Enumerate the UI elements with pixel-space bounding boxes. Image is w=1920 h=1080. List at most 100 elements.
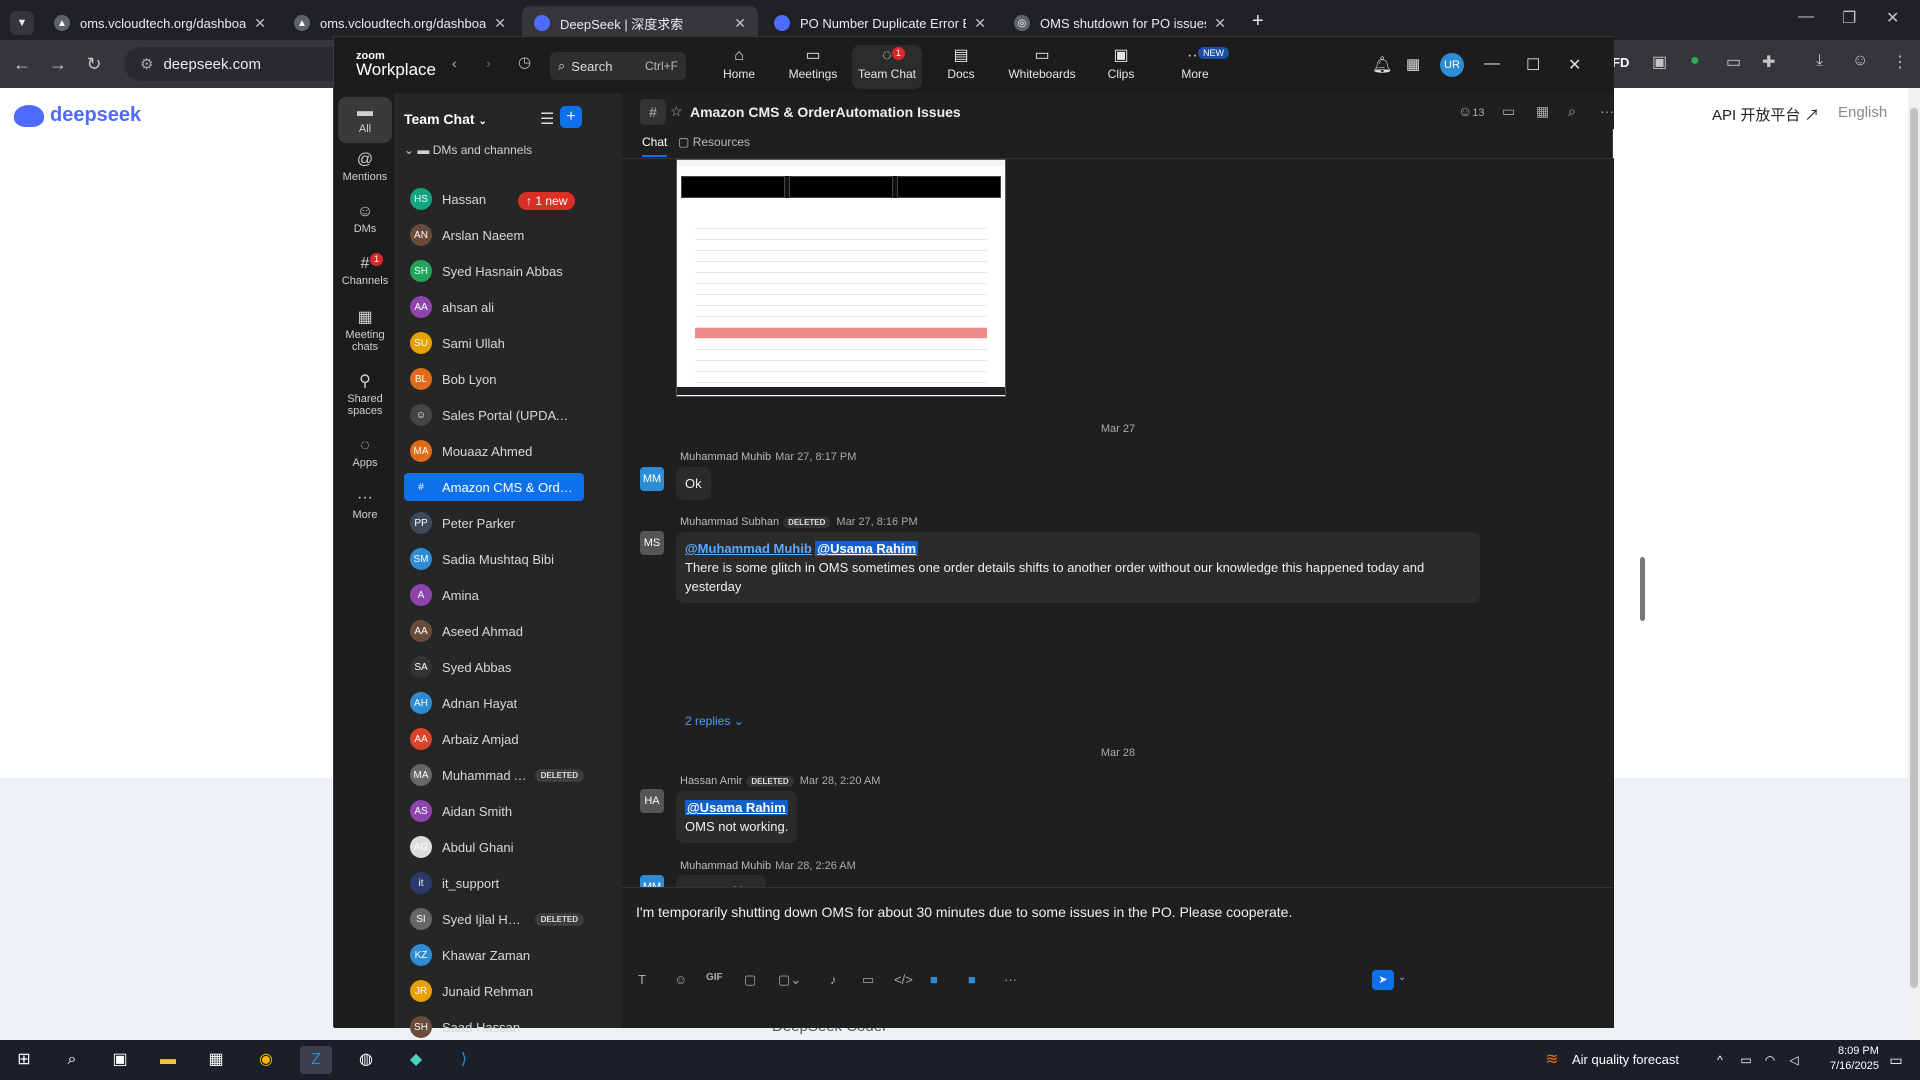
contact-item[interactable]: SH Syed Hasnain Abbas — [404, 257, 584, 285]
contact-item[interactable]: AN Arslan Naeem — [404, 221, 584, 249]
avatar[interactable]: MS — [640, 531, 664, 555]
app-icon[interactable]: ■ — [930, 972, 938, 987]
rail-meeting-chats[interactable]: ▦ Meeting chats — [338, 307, 392, 353]
thread-replies-link[interactable]: 2 replies ⌄ — [685, 714, 744, 728]
contact-item[interactable]: HS Hassan — [404, 185, 584, 213]
nav-clips[interactable]: ▣ Clips — [1086, 45, 1156, 89]
contact-item[interactable]: ☺ Sales Portal (UPDATES) — [404, 401, 584, 429]
composer-input[interactable]: I'm temporarily shutting down OMS for ab… — [636, 904, 1292, 920]
zoom-search[interactable]: ⌕ Search Ctrl+F — [550, 52, 686, 80]
send-button[interactable]: ➤ — [1372, 970, 1394, 990]
emoji-icon[interactable]: ☺ — [674, 972, 687, 987]
rail-apps[interactable]: ◌ Apps — [338, 437, 392, 469]
volume-icon[interactable]: ◁ — [1778, 1046, 1810, 1074]
task-view-icon[interactable]: ▣ — [104, 1046, 136, 1074]
sender-name[interactable]: Muhammad Subhan — [680, 516, 779, 528]
chrome-icon[interactable]: ◉ — [250, 1046, 282, 1074]
send-options-chevron-icon[interactable]: ⌄ — [1398, 972, 1406, 983]
chrome-menu-icon[interactable]: ⋮ — [1892, 52, 1908, 72]
contact-item[interactable]: PP Peter Parker — [404, 509, 584, 537]
more-options-icon[interactable]: ··· — [1004, 972, 1017, 987]
contact-item[interactable]: BL Bob Lyon — [404, 365, 584, 393]
contact-item[interactable]: A Amina — [404, 581, 584, 609]
mention-link-selected[interactable]: @Usama Rahim — [685, 800, 788, 815]
contact-item[interactable]: MA Mouaaz Ahmed — [404, 437, 584, 465]
nav-whiteboards[interactable]: ▭ Whiteboards — [1000, 45, 1084, 89]
page-scrollbar-thumb[interactable] — [1910, 108, 1918, 988]
message-scrollbar-thumb[interactable] — [1640, 557, 1645, 621]
extension-icon[interactable]: ▭ — [1726, 52, 1741, 72]
more-options-icon[interactable]: ··· — [1600, 103, 1614, 119]
nav-home[interactable]: ⌂ Home — [704, 45, 774, 89]
zoom-back-icon[interactable]: ‹ — [452, 55, 457, 71]
contact-item[interactable]: SH Saad Hassan — [404, 1013, 584, 1041]
contact-item[interactable]: SU Sami Ullah — [404, 329, 584, 357]
deepseek-logo[interactable]: deepseek — [14, 104, 141, 127]
close-tab-icon[interactable]: ✕ — [1214, 15, 1226, 32]
avatar[interactable]: UR — [1440, 53, 1464, 77]
language-link[interactable]: English — [1838, 104, 1887, 121]
forward-icon[interactable]: → — [40, 54, 76, 75]
nav-team-chat[interactable]: ◌ Team Chat 1 — [852, 45, 922, 89]
api-platform-link[interactable]: API 开放平台 ↗ — [1712, 104, 1820, 125]
browser-tab[interactable]: ▲ oms.vcloudtech.org/dashboard ✕ — [282, 6, 518, 40]
contact-item[interactable]: SI Syed Ijlal Haider DELETED — [404, 905, 584, 933]
filter-icon[interactable]: ☰ — [540, 109, 554, 129]
members-button[interactable]: ☺13 — [1458, 103, 1485, 119]
channel-item-selected[interactable]: # Amazon CMS & OrderAutomation Issues — [404, 473, 584, 501]
back-icon[interactable]: ← — [4, 54, 40, 75]
system-clock[interactable]: 8:09 PM 7/16/2025 — [1830, 1044, 1879, 1074]
rail-mentions[interactable]: @ Mentions — [338, 151, 392, 183]
rail-dms[interactable]: ☺ DMs — [338, 203, 392, 235]
contact-item[interactable]: AS Aidan Smith — [404, 797, 584, 825]
restore-window-icon[interactable]: ❐ — [1842, 8, 1856, 28]
tab-chat[interactable]: Chat — [642, 135, 668, 157]
contact-item[interactable]: AG Abdul Ghani — [404, 833, 584, 861]
contact-item[interactable]: KZ Khawar Zaman — [404, 941, 584, 969]
air-quality-widget[interactable]: Air quality forecast — [1572, 1052, 1679, 1067]
zoom-taskbar-icon[interactable]: Z — [300, 1046, 332, 1074]
tab-search-button[interactable]: ▼ — [10, 11, 34, 35]
contact-item[interactable]: AA ahsan ali — [404, 293, 584, 321]
contact-item[interactable]: SM Sadia Mushtaq Bibi — [404, 545, 584, 573]
star-icon[interactable]: ☆ — [670, 103, 683, 120]
close-window-icon[interactable]: ✕ — [1886, 8, 1899, 28]
nav-docs[interactable]: ▤ Docs — [926, 45, 996, 89]
avatar[interactable]: MM — [640, 467, 664, 491]
message-bubble[interactable]: now working — [676, 875, 767, 887]
audio-message-icon[interactable]: ♪ — [830, 972, 837, 987]
mention-link[interactable]: @Muhammad Muhib — [685, 541, 812, 556]
gif-icon[interactable]: GIF — [706, 972, 723, 983]
message-bubble[interactable]: @Usama Rahim OMS not working. — [676, 791, 798, 843]
app-icon[interactable]: ■ — [968, 972, 976, 987]
contact-item[interactable]: AH Adnan Hayat — [404, 689, 584, 717]
contact-item[interactable]: SA Syed Abbas — [404, 653, 584, 681]
rail-channels[interactable]: # Channels 1 — [338, 253, 392, 287]
extensions-puzzle-icon[interactable]: ✚ — [1762, 52, 1775, 72]
store-icon[interactable]: ▦ — [200, 1046, 232, 1074]
zoom-close-icon[interactable]: ✕ — [1568, 55, 1581, 75]
channel-title[interactable]: Amazon CMS & OrderAutomation Issues — [690, 104, 961, 120]
video-message-icon[interactable]: ▭ — [862, 972, 874, 988]
sender-name[interactable]: Hassan Amir — [680, 775, 742, 787]
notification-center-icon[interactable]: ▭ — [1880, 1046, 1912, 1074]
windows-start-icon[interactable]: ⊞ — [8, 1046, 40, 1074]
nav-meetings[interactable]: ▭ Meetings — [778, 45, 848, 89]
message-bubble[interactable]: @Muhammad Muhib @Usama Rahim There is so… — [676, 532, 1480, 603]
contact-item[interactable]: AA Aseed Ahmad — [404, 617, 584, 645]
new-chat-button[interactable]: + — [560, 106, 582, 128]
close-tab-icon[interactable]: ✕ — [734, 15, 746, 32]
avatar[interactable]: MM — [640, 875, 664, 887]
close-tab-icon[interactable]: ✕ — [254, 15, 266, 32]
extension-fd-icon[interactable]: FD — [1612, 55, 1629, 70]
avatar[interactable]: HA — [640, 789, 664, 813]
rail-all[interactable]: ▬ All — [338, 97, 392, 143]
close-tab-icon[interactable]: ✕ — [974, 15, 986, 32]
extension-icon[interactable]: ▣ — [1652, 52, 1667, 72]
message-composer[interactable]: I'm temporarily shutting down OMS for ab… — [622, 887, 1614, 1028]
shared-screenshot-image[interactable] — [676, 159, 1006, 397]
calendar-icon[interactable]: ▦ — [1536, 103, 1549, 120]
zoom-forward-icon[interactable]: › — [486, 55, 491, 71]
search-icon[interactable]: ⌕ — [56, 1046, 88, 1074]
screenshot-icon[interactable]: ▢⌄ — [778, 972, 801, 988]
